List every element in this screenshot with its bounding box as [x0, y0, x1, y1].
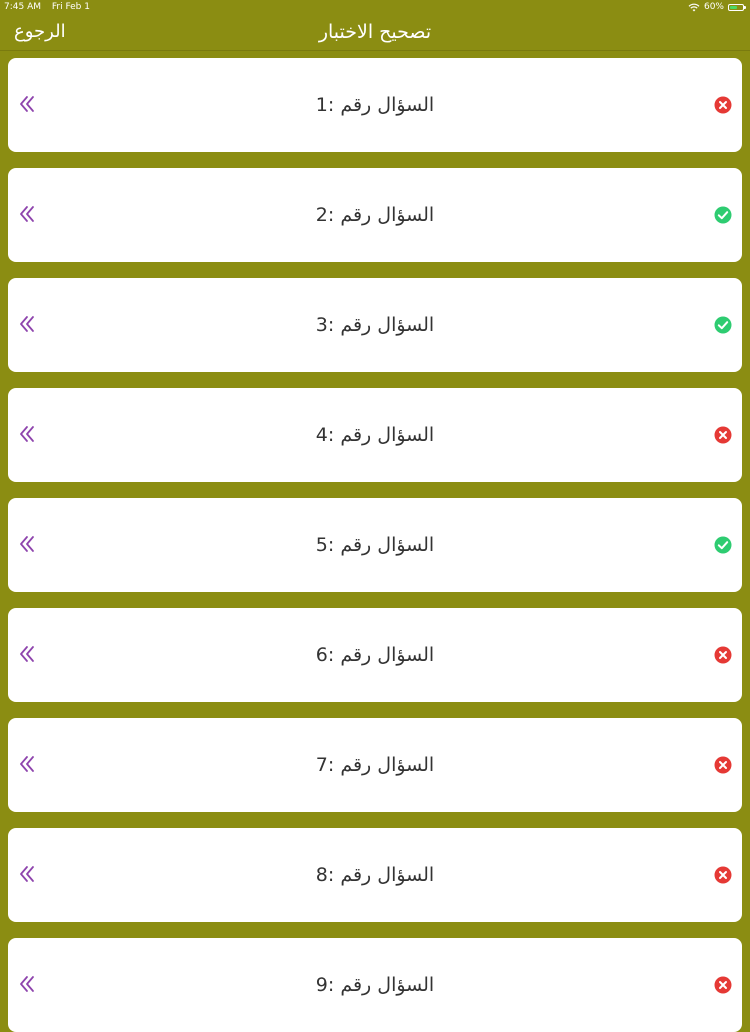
question-row[interactable]: السؤال رقم :7 [8, 718, 742, 812]
question-label: السؤال رقم :1 [315, 94, 435, 116]
page-title: تصحيح الاختبار [318, 21, 432, 43]
question-label: السؤال رقم :9 [315, 974, 435, 996]
wifi-icon [688, 3, 700, 11]
question-row[interactable]: السؤال رقم :4 [8, 388, 742, 482]
battery-icon [728, 3, 746, 11]
question-row[interactable]: السؤال رقم :6 [8, 608, 742, 702]
status-date: Fri Feb 1 [51, 2, 90, 12]
question-label: السؤال رقم :5 [315, 534, 435, 556]
question-row[interactable]: السؤال رقم :3 [8, 278, 742, 372]
check-circle-icon [714, 206, 732, 224]
battery-fill [730, 5, 738, 9]
status-time: 7:45 AM [4, 2, 41, 12]
x-circle-icon [714, 96, 732, 114]
check-circle-icon [714, 316, 732, 334]
x-circle-icon [714, 426, 732, 444]
question-row[interactable]: السؤال رقم :5 [8, 498, 742, 592]
question-label: السؤال رقم :3 [315, 314, 435, 336]
question-row[interactable]: السؤال رقم :8 [8, 828, 742, 922]
x-circle-icon [714, 976, 732, 994]
question-label: السؤال رقم :6 [315, 644, 435, 666]
status-right: 60% [688, 0, 746, 14]
question-row[interactable]: السؤال رقم :2 [8, 168, 742, 262]
status-bar: 7:45 AM Fri Feb 1 60% [0, 0, 750, 14]
x-circle-icon [714, 646, 732, 664]
question-row[interactable]: السؤال رقم :9 [8, 938, 742, 1032]
question-label: السؤال رقم :7 [315, 754, 435, 776]
x-circle-icon [714, 866, 732, 884]
check-circle-icon [714, 536, 732, 554]
navigation-bar: الرجوع تصحيح الاختبار [0, 14, 750, 51]
question-label: السؤال رقم :4 [315, 424, 435, 446]
question-label: السؤال رقم :8 [315, 864, 435, 886]
status-left: 7:45 AM Fri Feb 1 [4, 0, 98, 14]
battery-percent: 60% [703, 2, 724, 12]
x-circle-icon [714, 756, 732, 774]
question-label: السؤال رقم :2 [315, 204, 435, 226]
question-row[interactable]: السؤال رقم :1 [8, 58, 742, 152]
